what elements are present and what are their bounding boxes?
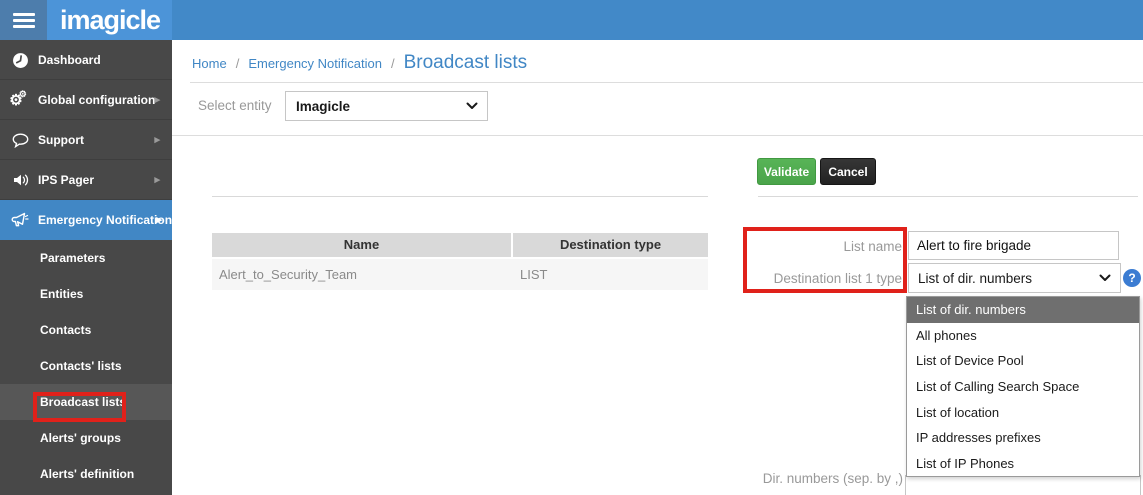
- sidebar: Dashboard ⚙⚙ Global configuration ▸ Supp…: [0, 40, 172, 495]
- gears-icon: ⚙⚙: [10, 80, 30, 120]
- logo-container: imagicle: [47, 0, 172, 40]
- sidebar-item-contacts[interactable]: Contacts: [0, 312, 172, 348]
- table-header-row: Name Destination type: [212, 233, 708, 259]
- destination-list-type-value: List of dir. numbers: [909, 271, 1099, 286]
- sidebar-item-contacts-lists[interactable]: Contacts' lists: [0, 348, 172, 384]
- entity-select-value: Imagicle: [286, 99, 466, 114]
- top-bar: imagicle: [0, 0, 1143, 40]
- chevron-down-icon: [1099, 274, 1120, 282]
- page: imagicle Dashboard ⚙⚙ Global configurati…: [0, 0, 1143, 495]
- column-header-destination-type: Destination type: [513, 233, 708, 257]
- validate-button[interactable]: Validate: [757, 158, 816, 185]
- dropdown-option-all-phones[interactable]: All phones: [907, 323, 1139, 349]
- dir-numbers-label: Dir. numbers (sep. by ,): [700, 471, 903, 486]
- hamburger-menu-button[interactable]: [0, 0, 47, 40]
- breadcrumb-separator: /: [391, 56, 395, 71]
- sidebar-item-entities[interactable]: Entities: [0, 276, 172, 312]
- dropdown-option-list-of-ip-phones[interactable]: List of IP Phones: [907, 450, 1139, 476]
- divider: [172, 135, 1143, 136]
- sidebar-item-global-configuration[interactable]: ⚙⚙ Global configuration ▸: [0, 80, 172, 120]
- hamburger-icon: [13, 10, 35, 31]
- divider: [758, 196, 1138, 197]
- megaphone-icon: [10, 200, 30, 240]
- dropdown-option-list-of-location[interactable]: List of location: [907, 399, 1139, 425]
- breadcrumb-emergency-notification[interactable]: Emergency Notification: [248, 56, 382, 71]
- dropdown-option-list-of-device-pool[interactable]: List of Device Pool: [907, 348, 1139, 374]
- table-row[interactable]: Alert_to_Security_Team LIST: [212, 259, 708, 290]
- list-name-input[interactable]: [908, 231, 1119, 260]
- speaker-icon: [10, 160, 30, 200]
- chevron-right-icon: ▸: [154, 120, 160, 160]
- destination-type-dropdown: List of dir. numbers All phones List of …: [906, 296, 1140, 477]
- sidebar-item-alerts-groups[interactable]: Alerts' groups: [0, 420, 172, 456]
- divider: [212, 196, 708, 197]
- imagicle-logo: imagicle: [47, 5, 160, 36]
- gauge-icon: [10, 40, 30, 80]
- broadcast-lists-table: Name Destination type Alert_to_Security_…: [212, 233, 708, 290]
- destination-list-type-select[interactable]: List of dir. numbers: [908, 263, 1121, 293]
- emergency-notification-submenu: Parameters Entities Contacts Contacts' l…: [0, 240, 172, 492]
- chevron-down-icon: [466, 102, 487, 110]
- divider: [190, 82, 1143, 83]
- chevron-right-icon: ▸: [156, 200, 162, 240]
- cell-name: Alert_to_Security_Team: [212, 259, 513, 290]
- breadcrumb: Home / Emergency Notification / Broadcas…: [192, 52, 527, 74]
- destination-list-type-label: Destination list 1 type: [744, 271, 902, 286]
- dir-numbers-textarea[interactable]: [905, 475, 1141, 495]
- select-entity-label: Select entity: [198, 98, 272, 113]
- entity-select[interactable]: Imagicle: [285, 91, 488, 121]
- dropdown-option-list-of-calling-search-space[interactable]: List of Calling Search Space: [907, 374, 1139, 400]
- breadcrumb-separator: /: [236, 56, 240, 71]
- sidebar-item-broadcast-lists[interactable]: Broadcast lists: [0, 384, 172, 420]
- sidebar-item-ips-pager[interactable]: IPS Pager ▸: [0, 160, 172, 200]
- sidebar-item-emergency-notification[interactable]: Emergency Notification ▸: [0, 200, 172, 240]
- dropdown-option-list-of-dir-numbers[interactable]: List of dir. numbers: [907, 297, 1139, 323]
- sidebar-item-parameters[interactable]: Parameters: [0, 240, 172, 276]
- chevron-right-icon: ▸: [154, 160, 160, 200]
- chevron-right-icon: ▸: [154, 80, 160, 120]
- help-icon[interactable]: ?: [1123, 269, 1141, 287]
- cancel-button[interactable]: Cancel: [820, 158, 876, 185]
- sidebar-item-alerts-definition[interactable]: Alerts' definition: [0, 456, 172, 492]
- page-title: Broadcast lists: [404, 52, 528, 74]
- sidebar-item-dashboard[interactable]: Dashboard: [0, 40, 172, 80]
- sidebar-item-support[interactable]: Support ▸: [0, 120, 172, 160]
- breadcrumb-home[interactable]: Home: [192, 56, 227, 71]
- column-header-name: Name: [212, 233, 513, 257]
- speech-bubble-icon: [10, 120, 30, 160]
- list-name-label: List name: [744, 239, 902, 254]
- dropdown-option-ip-addresses-prefixes[interactable]: IP addresses prefixes: [907, 425, 1139, 451]
- cell-destination-type: LIST: [513, 259, 708, 290]
